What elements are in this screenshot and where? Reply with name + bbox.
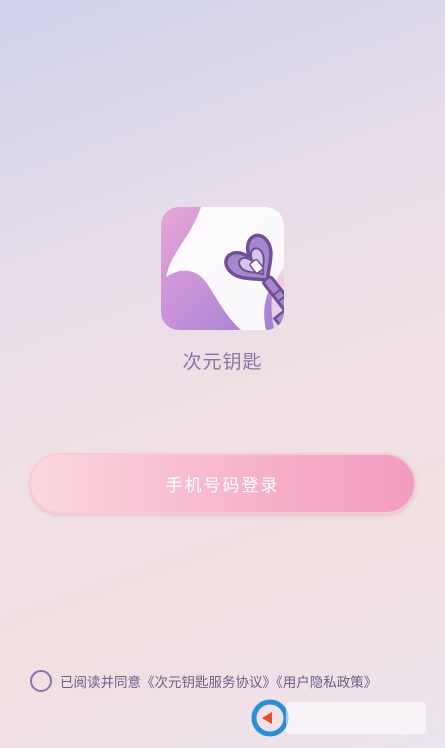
watermark-logo bbox=[250, 698, 430, 738]
agreement-text: 已阅读并同意《次元钥匙服务协议》《用户隐私政策》 bbox=[60, 671, 377, 691]
app-icon bbox=[161, 207, 284, 330]
agreement-prefix: 已阅读并同意 bbox=[60, 675, 141, 691]
agreement-checkbox[interactable] bbox=[30, 670, 52, 692]
user-agreement-link[interactable]: 《次元钥匙服务协议》 bbox=[141, 675, 276, 691]
app-name: 次元钥匙 bbox=[182, 351, 263, 373]
agreement-row: 已阅读并同意《次元钥匙服务协议》《用户隐私政策》 bbox=[30, 669, 377, 693]
phone-login-button[interactable]: 手机号码登录 bbox=[29, 453, 416, 514]
privacy-policy-link[interactable]: 《用户隐私政策》 bbox=[276, 675, 377, 691]
key-heart-icon bbox=[166, 207, 284, 330]
phone-login-label: 手机号码登录 bbox=[165, 476, 280, 496]
